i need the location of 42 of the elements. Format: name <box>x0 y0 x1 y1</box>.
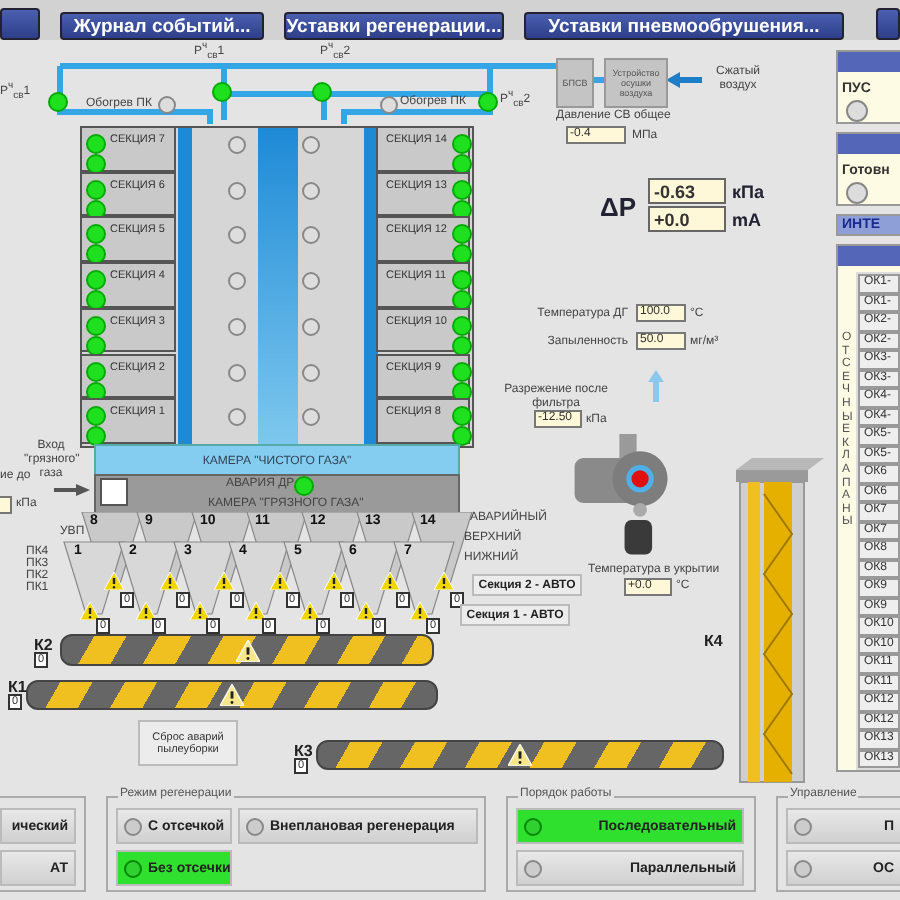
menu-button[interactable]: Журнал событий... <box>60 12 264 40</box>
elevator-label: К4 <box>704 632 723 650</box>
warning-icon <box>80 602 100 620</box>
panel-header <box>838 246 900 266</box>
delta-p-label: ΔP <box>600 192 637 222</box>
panel-header <box>838 134 900 154</box>
conveyor-label: К2 <box>34 636 53 654</box>
conveyor-label: К3 <box>294 742 313 760</box>
pressure-sensor-icon <box>214 84 230 100</box>
pressure-sensor-icon <box>314 84 330 100</box>
warning-icon <box>300 602 320 620</box>
warning-icon <box>324 572 344 590</box>
inlet-damper-icon <box>100 478 128 506</box>
warning-icon <box>159 572 179 590</box>
warning-icon <box>245 602 265 620</box>
unit-label: mA <box>732 210 762 230</box>
warning-icon <box>355 602 375 620</box>
warning-icon <box>508 744 532 766</box>
warning-icon <box>220 684 244 706</box>
conveyor-label: К1 <box>8 678 27 696</box>
warning-icon <box>410 602 430 620</box>
panel-header <box>838 52 900 72</box>
warning-icon <box>190 602 210 620</box>
air-arrow-icon <box>666 72 702 88</box>
unit-label: кПа <box>732 182 764 202</box>
menu-button[interactable]: Уставки регенерации... <box>284 12 504 40</box>
inlet-arrow-icon <box>54 484 90 496</box>
menu-button[interactable]: Уставки пневмообрушения... <box>524 12 844 40</box>
reading-field: -0.63 <box>648 178 726 204</box>
reading-field: +0.0 <box>648 206 726 232</box>
warning-icon <box>214 572 234 590</box>
menu-button[interactable] <box>0 8 40 40</box>
gas-flow-arrow-icon <box>648 370 664 402</box>
pressure-sensor-icon <box>480 94 496 110</box>
warning-icon <box>269 572 289 590</box>
warning-icon <box>135 602 155 620</box>
warning-icon <box>235 639 259 661</box>
warning-icon <box>379 572 399 590</box>
warning-icon <box>104 572 124 590</box>
warning-icon <box>434 572 454 590</box>
menu-button[interactable] <box>876 8 900 40</box>
pressure-sensor-icon <box>50 94 66 110</box>
